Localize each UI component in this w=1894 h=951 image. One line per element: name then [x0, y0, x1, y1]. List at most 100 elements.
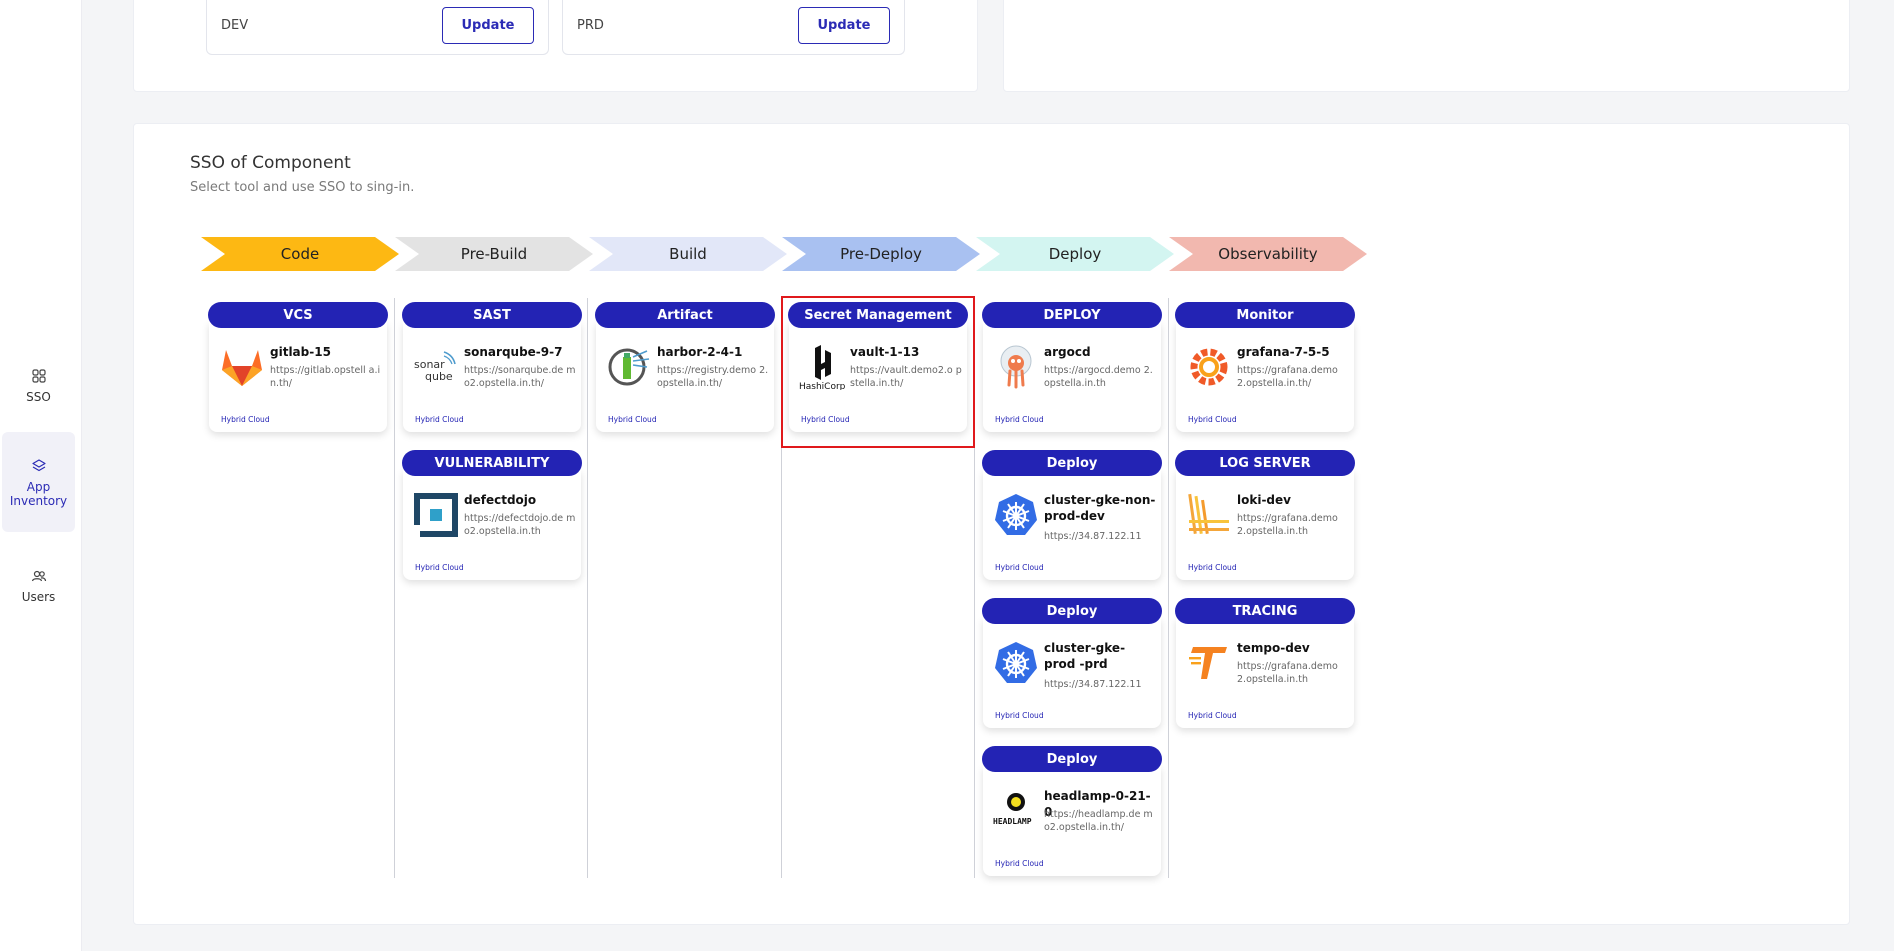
- headlamp-icon: HEADLAMP: [993, 788, 1039, 834]
- group-header: VCS: [208, 302, 388, 328]
- sidebar-item-label: Users: [21, 590, 56, 604]
- tool-url[interactable]: https://grafana.demo 2.opstella.in.th: [1237, 660, 1349, 686]
- stage-label: Code: [280, 245, 320, 263]
- tool-card-tempo[interactable]: tempo-dev https://grafana.demo 2.opstell…: [1176, 618, 1354, 728]
- group-header: SAST: [402, 302, 582, 328]
- grafana-icon: [1186, 344, 1232, 390]
- tool-group-deploy-prod: Deploy cluster-gke-prod -prd https://34.…: [982, 598, 1162, 728]
- hybrid-cloud-badge: Hybrid Cloud: [995, 563, 1044, 572]
- env-card-prd: PRD Update: [562, 0, 905, 55]
- kubernetes-icon: [993, 640, 1039, 686]
- hybrid-cloud-badge: Hybrid Cloud: [415, 415, 464, 424]
- grid-icon: [31, 369, 46, 383]
- stage-label: Deploy: [1048, 245, 1102, 263]
- hybrid-cloud-badge: Hybrid Cloud: [221, 415, 270, 424]
- section-subtitle: Select tool and use SSO to sing-in.: [190, 180, 415, 195]
- stage-observability: Observability: [1169, 237, 1367, 271]
- tool-url[interactable]: https://gitlab.opstell a.in.th/: [270, 364, 382, 390]
- tool-card-cluster-gke-prod[interactable]: cluster-gke-prod -prd https://34.87.122.…: [983, 618, 1161, 728]
- tool-url[interactable]: https://grafana.demo 2.opstella.in.th: [1237, 512, 1349, 538]
- hybrid-cloud-badge: Hybrid Cloud: [415, 563, 464, 572]
- sidebar-item-sso[interactable]: SSO: [2, 362, 75, 412]
- tool-group-tracing: TRACING tempo-dev https://grafana.demo 2…: [1175, 598, 1355, 728]
- tool-group-log-server: LOG SERVER loki-dev https://grafana.demo…: [1175, 450, 1355, 580]
- tool-card-cluster-gke-non-prod[interactable]: cluster-gke-non-prod-dev https://34.87.1…: [983, 470, 1161, 580]
- group-header: Deploy: [982, 598, 1162, 624]
- tool-card-sonarqube[interactable]: sonar qube sonarqube-9-7 https://sonarqub…: [403, 322, 581, 432]
- tool-name: defectdojo: [464, 493, 537, 507]
- tool-name: argocd: [1044, 345, 1091, 359]
- tool-group-sast: SAST sonar qube sonarqube-9-7 https://son…: [402, 302, 582, 432]
- tool-url[interactable]: https://headlamp.de mo2.opstella.in.th/: [1044, 808, 1156, 834]
- section-title: SSO of Component: [190, 153, 351, 173]
- hybrid-cloud-badge: Hybrid Cloud: [1188, 711, 1237, 720]
- tool-url[interactable]: https://registry.demo 2.opstella.in.th/: [657, 364, 769, 390]
- tool-group-deploy-headlamp: Deploy HEADLAMP headlamp-0-21-0 https://…: [982, 746, 1162, 876]
- tool-card-defectdojo[interactable]: defectdojo https://defectdojo.de mo2.ops…: [403, 470, 581, 580]
- argocd-icon: [993, 344, 1039, 390]
- environment-panel: DEV Update PRD Update: [133, 0, 978, 92]
- svg-text:qube: qube: [425, 370, 453, 383]
- sidebar-item-app-inventory[interactable]: App Inventory: [2, 432, 75, 532]
- group-header: Deploy: [982, 746, 1162, 772]
- hybrid-cloud-badge: Hybrid Cloud: [1188, 415, 1237, 424]
- tool-url[interactable]: https://grafana.demo 2.opstella.in.th/: [1237, 364, 1349, 390]
- tool-group-vulnerability: VULNERABILITY defectdojo https://defectd…: [402, 450, 582, 580]
- tool-url[interactable]: https://sonarqube.de mo2.opstella.in.th/: [464, 364, 576, 390]
- stage-build: Build: [589, 237, 787, 271]
- users-icon: [31, 570, 46, 582]
- group-header: DEPLOY: [982, 302, 1162, 328]
- sidebar-item-label: SSO: [26, 390, 51, 404]
- sidebar: SSO App Inventory Users: [0, 0, 82, 951]
- tool-name: cluster-gke-non-prod-dev: [1044, 493, 1156, 523]
- group-header: Deploy: [982, 450, 1162, 476]
- stage-label: Pre-Deploy: [840, 245, 922, 263]
- hybrid-cloud-badge: Hybrid Cloud: [995, 415, 1044, 424]
- tool-card-argocd[interactable]: argocd https://argocd.demo 2.opstella.in…: [983, 322, 1161, 432]
- tool-name: loki-dev: [1237, 493, 1291, 507]
- sidebar-item-users[interactable]: Users: [2, 562, 75, 612]
- update-button[interactable]: Update: [798, 7, 890, 44]
- hybrid-cloud-badge: Hybrid Cloud: [995, 859, 1044, 868]
- tool-name: cluster-gke-prod -prd: [1044, 641, 1126, 671]
- stage-deploy: Deploy: [976, 237, 1174, 271]
- tool-group-vcs: VCS gitlab-15 https://gitlab.opstell a.i…: [208, 302, 388, 432]
- tool-card-loki[interactable]: loki-dev https://grafana.demo 2.opstella…: [1176, 470, 1354, 580]
- tool-group-monitor: Monitor grafana-7-5-5 https://grafana.de…: [1175, 302, 1355, 432]
- sidebar-item-label: App Inventory: [9, 480, 68, 508]
- env-card-dev: DEV Update: [206, 0, 549, 55]
- logo-text: HEADLAMP: [993, 817, 1032, 826]
- tool-card-grafana[interactable]: grafana-7-5-5 https://grafana.demo 2.ops…: [1176, 322, 1354, 432]
- hybrid-cloud-badge: Hybrid Cloud: [995, 711, 1044, 720]
- column-divider: [587, 298, 588, 878]
- tool-url[interactable]: https://defectdojo.de mo2.opstella.in.th: [464, 512, 576, 538]
- stage-label: Observability: [1218, 245, 1318, 263]
- column-divider: [394, 298, 395, 878]
- group-header: VULNERABILITY: [402, 450, 582, 476]
- stage-label: Build: [669, 245, 707, 263]
- column-divider: [1168, 298, 1169, 878]
- update-button[interactable]: Update: [442, 7, 534, 44]
- tool-url[interactable]: https://argocd.demo 2.opstella.in.th: [1044, 364, 1156, 390]
- stage-pre-build: Pre-Build: [395, 237, 593, 271]
- tool-card-gitlab[interactable]: gitlab-15 https://gitlab.opstell a.in.th…: [209, 322, 387, 432]
- hybrid-cloud-badge: Hybrid Cloud: [1188, 563, 1237, 572]
- tempo-icon: [1186, 640, 1232, 686]
- layers-icon: [31, 459, 46, 472]
- loki-icon: [1186, 492, 1232, 538]
- tool-group-artifact: Artifact harbor-2-4-1 https://registry.d…: [595, 302, 775, 432]
- tool-group-deploy-argocd: DEPLOY argocd https://argocd.demo 2.opst…: [982, 302, 1162, 432]
- harbor-icon: [606, 344, 652, 390]
- right-panel: [1003, 0, 1850, 92]
- group-header: Secret Management: [788, 302, 968, 328]
- tool-url[interactable]: https://34.87.122.11: [1044, 530, 1156, 543]
- tool-card-headlamp[interactable]: HEADLAMP headlamp-0-21-0 https://headlam…: [983, 766, 1161, 876]
- kubernetes-icon: [993, 492, 1039, 538]
- tool-name: sonarqube-9-7: [464, 345, 563, 359]
- tool-card-harbor[interactable]: harbor-2-4-1 https://registry.demo 2.ops…: [596, 322, 774, 432]
- tool-name: grafana-7-5-5: [1237, 345, 1330, 359]
- gitlab-icon: [219, 344, 265, 390]
- tool-url[interactable]: https://34.87.122.11: [1044, 678, 1156, 691]
- hybrid-cloud-badge: Hybrid Cloud: [608, 415, 657, 424]
- tool-name: tempo-dev: [1237, 641, 1310, 655]
